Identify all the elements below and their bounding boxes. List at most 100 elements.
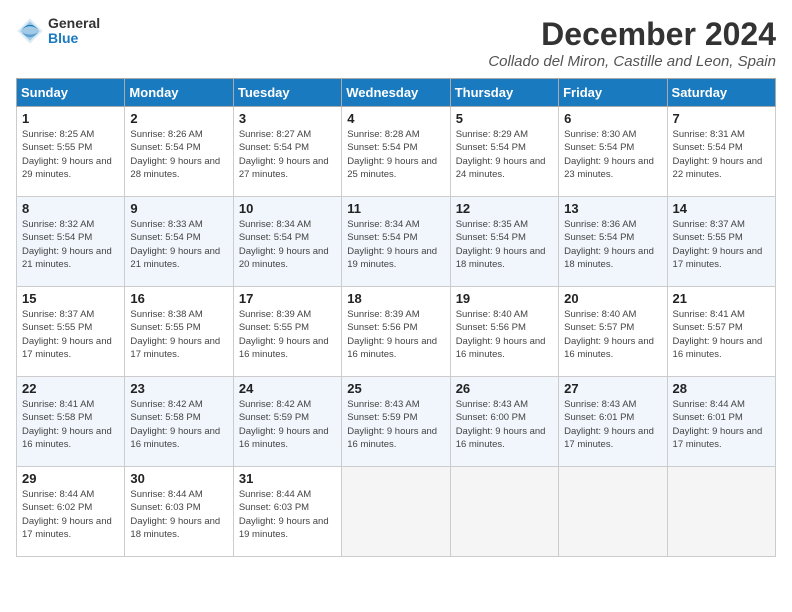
day-info: Sunrise: 8:41 AM Sunset: 5:57 PM Dayligh… <box>673 308 770 361</box>
calendar-day-cell: 28 Sunrise: 8:44 AM Sunset: 6:01 PM Dayl… <box>667 377 775 467</box>
day-number: 30 <box>130 471 227 486</box>
day-info: Sunrise: 8:33 AM Sunset: 5:54 PM Dayligh… <box>130 218 227 271</box>
calendar-day-cell: 6 Sunrise: 8:30 AM Sunset: 5:54 PM Dayli… <box>559 107 667 197</box>
day-info: Sunrise: 8:39 AM Sunset: 5:55 PM Dayligh… <box>239 308 336 361</box>
calendar-week-row: 1 Sunrise: 8:25 AM Sunset: 5:55 PM Dayli… <box>17 107 776 197</box>
calendar-header-row: SundayMondayTuesdayWednesdayThursdayFrid… <box>17 79 776 107</box>
day-number: 21 <box>673 291 770 306</box>
day-info: Sunrise: 8:34 AM Sunset: 5:54 PM Dayligh… <box>347 218 444 271</box>
calendar-day-cell: 31 Sunrise: 8:44 AM Sunset: 6:03 PM Dayl… <box>233 467 341 557</box>
day-number: 2 <box>130 111 227 126</box>
day-info: Sunrise: 8:35 AM Sunset: 5:54 PM Dayligh… <box>456 218 553 271</box>
day-info: Sunrise: 8:38 AM Sunset: 5:55 PM Dayligh… <box>130 308 227 361</box>
day-info: Sunrise: 8:28 AM Sunset: 5:54 PM Dayligh… <box>347 128 444 181</box>
day-info: Sunrise: 8:44 AM Sunset: 6:02 PM Dayligh… <box>22 488 119 541</box>
calendar-day-cell: 4 Sunrise: 8:28 AM Sunset: 5:54 PM Dayli… <box>342 107 450 197</box>
day-info: Sunrise: 8:40 AM Sunset: 5:57 PM Dayligh… <box>564 308 661 361</box>
day-number: 3 <box>239 111 336 126</box>
weekday-header-tuesday: Tuesday <box>233 79 341 107</box>
calendar-day-cell: 2 Sunrise: 8:26 AM Sunset: 5:54 PM Dayli… <box>125 107 233 197</box>
day-number: 4 <box>347 111 444 126</box>
day-number: 11 <box>347 201 444 216</box>
day-number: 22 <box>22 381 119 396</box>
calendar-day-cell: 19 Sunrise: 8:40 AM Sunset: 5:56 PM Dayl… <box>450 287 558 377</box>
day-info: Sunrise: 8:44 AM Sunset: 6:03 PM Dayligh… <box>130 488 227 541</box>
month-title: December 2024 <box>488 16 776 53</box>
day-number: 15 <box>22 291 119 306</box>
calendar-week-row: 29 Sunrise: 8:44 AM Sunset: 6:02 PM Dayl… <box>17 467 776 557</box>
logo-general-text: General <box>48 16 100 31</box>
calendar-week-row: 15 Sunrise: 8:37 AM Sunset: 5:55 PM Dayl… <box>17 287 776 377</box>
day-number: 7 <box>673 111 770 126</box>
calendar-day-cell: 10 Sunrise: 8:34 AM Sunset: 5:54 PM Dayl… <box>233 197 341 287</box>
day-number: 5 <box>456 111 553 126</box>
day-info: Sunrise: 8:43 AM Sunset: 6:01 PM Dayligh… <box>564 398 661 451</box>
day-number: 1 <box>22 111 119 126</box>
calendar-day-cell: 8 Sunrise: 8:32 AM Sunset: 5:54 PM Dayli… <box>17 197 125 287</box>
calendar-day-cell: 25 Sunrise: 8:43 AM Sunset: 5:59 PM Dayl… <box>342 377 450 467</box>
calendar-day-cell <box>450 467 558 557</box>
calendar-day-cell: 16 Sunrise: 8:38 AM Sunset: 5:55 PM Dayl… <box>125 287 233 377</box>
day-info: Sunrise: 8:26 AM Sunset: 5:54 PM Dayligh… <box>130 128 227 181</box>
day-info: Sunrise: 8:44 AM Sunset: 6:03 PM Dayligh… <box>239 488 336 541</box>
calendar-day-cell: 17 Sunrise: 8:39 AM Sunset: 5:55 PM Dayl… <box>233 287 341 377</box>
calendar-day-cell: 15 Sunrise: 8:37 AM Sunset: 5:55 PM Dayl… <box>17 287 125 377</box>
calendar-day-cell: 21 Sunrise: 8:41 AM Sunset: 5:57 PM Dayl… <box>667 287 775 377</box>
day-number: 31 <box>239 471 336 486</box>
calendar-week-row: 8 Sunrise: 8:32 AM Sunset: 5:54 PM Dayli… <box>17 197 776 287</box>
day-number: 26 <box>456 381 553 396</box>
day-number: 14 <box>673 201 770 216</box>
day-info: Sunrise: 8:41 AM Sunset: 5:58 PM Dayligh… <box>22 398 119 451</box>
calendar-day-cell: 30 Sunrise: 8:44 AM Sunset: 6:03 PM Dayl… <box>125 467 233 557</box>
day-info: Sunrise: 8:25 AM Sunset: 5:55 PM Dayligh… <box>22 128 119 181</box>
calendar-day-cell: 14 Sunrise: 8:37 AM Sunset: 5:55 PM Dayl… <box>667 197 775 287</box>
calendar-table: SundayMondayTuesdayWednesdayThursdayFrid… <box>16 78 776 557</box>
day-number: 29 <box>22 471 119 486</box>
day-number: 25 <box>347 381 444 396</box>
day-number: 16 <box>130 291 227 306</box>
calendar-day-cell: 18 Sunrise: 8:39 AM Sunset: 5:56 PM Dayl… <box>342 287 450 377</box>
weekday-header-monday: Monday <box>125 79 233 107</box>
logo-text: General Blue <box>48 16 100 47</box>
day-info: Sunrise: 8:42 AM Sunset: 5:59 PM Dayligh… <box>239 398 336 451</box>
calendar-day-cell: 29 Sunrise: 8:44 AM Sunset: 6:02 PM Dayl… <box>17 467 125 557</box>
calendar-day-cell: 1 Sunrise: 8:25 AM Sunset: 5:55 PM Dayli… <box>17 107 125 197</box>
day-number: 12 <box>456 201 553 216</box>
calendar-day-cell: 12 Sunrise: 8:35 AM Sunset: 5:54 PM Dayl… <box>450 197 558 287</box>
calendar-day-cell: 24 Sunrise: 8:42 AM Sunset: 5:59 PM Dayl… <box>233 377 341 467</box>
logo: General Blue <box>16 16 100 47</box>
day-number: 8 <box>22 201 119 216</box>
day-info: Sunrise: 8:39 AM Sunset: 5:56 PM Dayligh… <box>347 308 444 361</box>
calendar-day-cell: 11 Sunrise: 8:34 AM Sunset: 5:54 PM Dayl… <box>342 197 450 287</box>
day-info: Sunrise: 8:29 AM Sunset: 5:54 PM Dayligh… <box>456 128 553 181</box>
calendar-day-cell <box>342 467 450 557</box>
calendar-day-cell: 27 Sunrise: 8:43 AM Sunset: 6:01 PM Dayl… <box>559 377 667 467</box>
day-number: 18 <box>347 291 444 306</box>
day-number: 6 <box>564 111 661 126</box>
day-info: Sunrise: 8:32 AM Sunset: 5:54 PM Dayligh… <box>22 218 119 271</box>
day-number: 17 <box>239 291 336 306</box>
day-info: Sunrise: 8:37 AM Sunset: 5:55 PM Dayligh… <box>673 218 770 271</box>
weekday-header-friday: Friday <box>559 79 667 107</box>
calendar-day-cell: 22 Sunrise: 8:41 AM Sunset: 5:58 PM Dayl… <box>17 377 125 467</box>
calendar-day-cell: 3 Sunrise: 8:27 AM Sunset: 5:54 PM Dayli… <box>233 107 341 197</box>
weekday-header-sunday: Sunday <box>17 79 125 107</box>
calendar-day-cell: 5 Sunrise: 8:29 AM Sunset: 5:54 PM Dayli… <box>450 107 558 197</box>
day-number: 9 <box>130 201 227 216</box>
day-info: Sunrise: 8:27 AM Sunset: 5:54 PM Dayligh… <box>239 128 336 181</box>
calendar-day-cell: 9 Sunrise: 8:33 AM Sunset: 5:54 PM Dayli… <box>125 197 233 287</box>
day-info: Sunrise: 8:42 AM Sunset: 5:58 PM Dayligh… <box>130 398 227 451</box>
calendar-day-cell: 13 Sunrise: 8:36 AM Sunset: 5:54 PM Dayl… <box>559 197 667 287</box>
day-info: Sunrise: 8:43 AM Sunset: 6:00 PM Dayligh… <box>456 398 553 451</box>
day-info: Sunrise: 8:30 AM Sunset: 5:54 PM Dayligh… <box>564 128 661 181</box>
day-number: 24 <box>239 381 336 396</box>
day-info: Sunrise: 8:36 AM Sunset: 5:54 PM Dayligh… <box>564 218 661 271</box>
calendar-day-cell <box>559 467 667 557</box>
day-info: Sunrise: 8:37 AM Sunset: 5:55 PM Dayligh… <box>22 308 119 361</box>
weekday-header-thursday: Thursday <box>450 79 558 107</box>
page-header: General Blue December 2024 Collado del M… <box>16 16 776 70</box>
calendar-week-row: 22 Sunrise: 8:41 AM Sunset: 5:58 PM Dayl… <box>17 377 776 467</box>
day-info: Sunrise: 8:43 AM Sunset: 5:59 PM Dayligh… <box>347 398 444 451</box>
day-number: 28 <box>673 381 770 396</box>
day-info: Sunrise: 8:44 AM Sunset: 6:01 PM Dayligh… <box>673 398 770 451</box>
